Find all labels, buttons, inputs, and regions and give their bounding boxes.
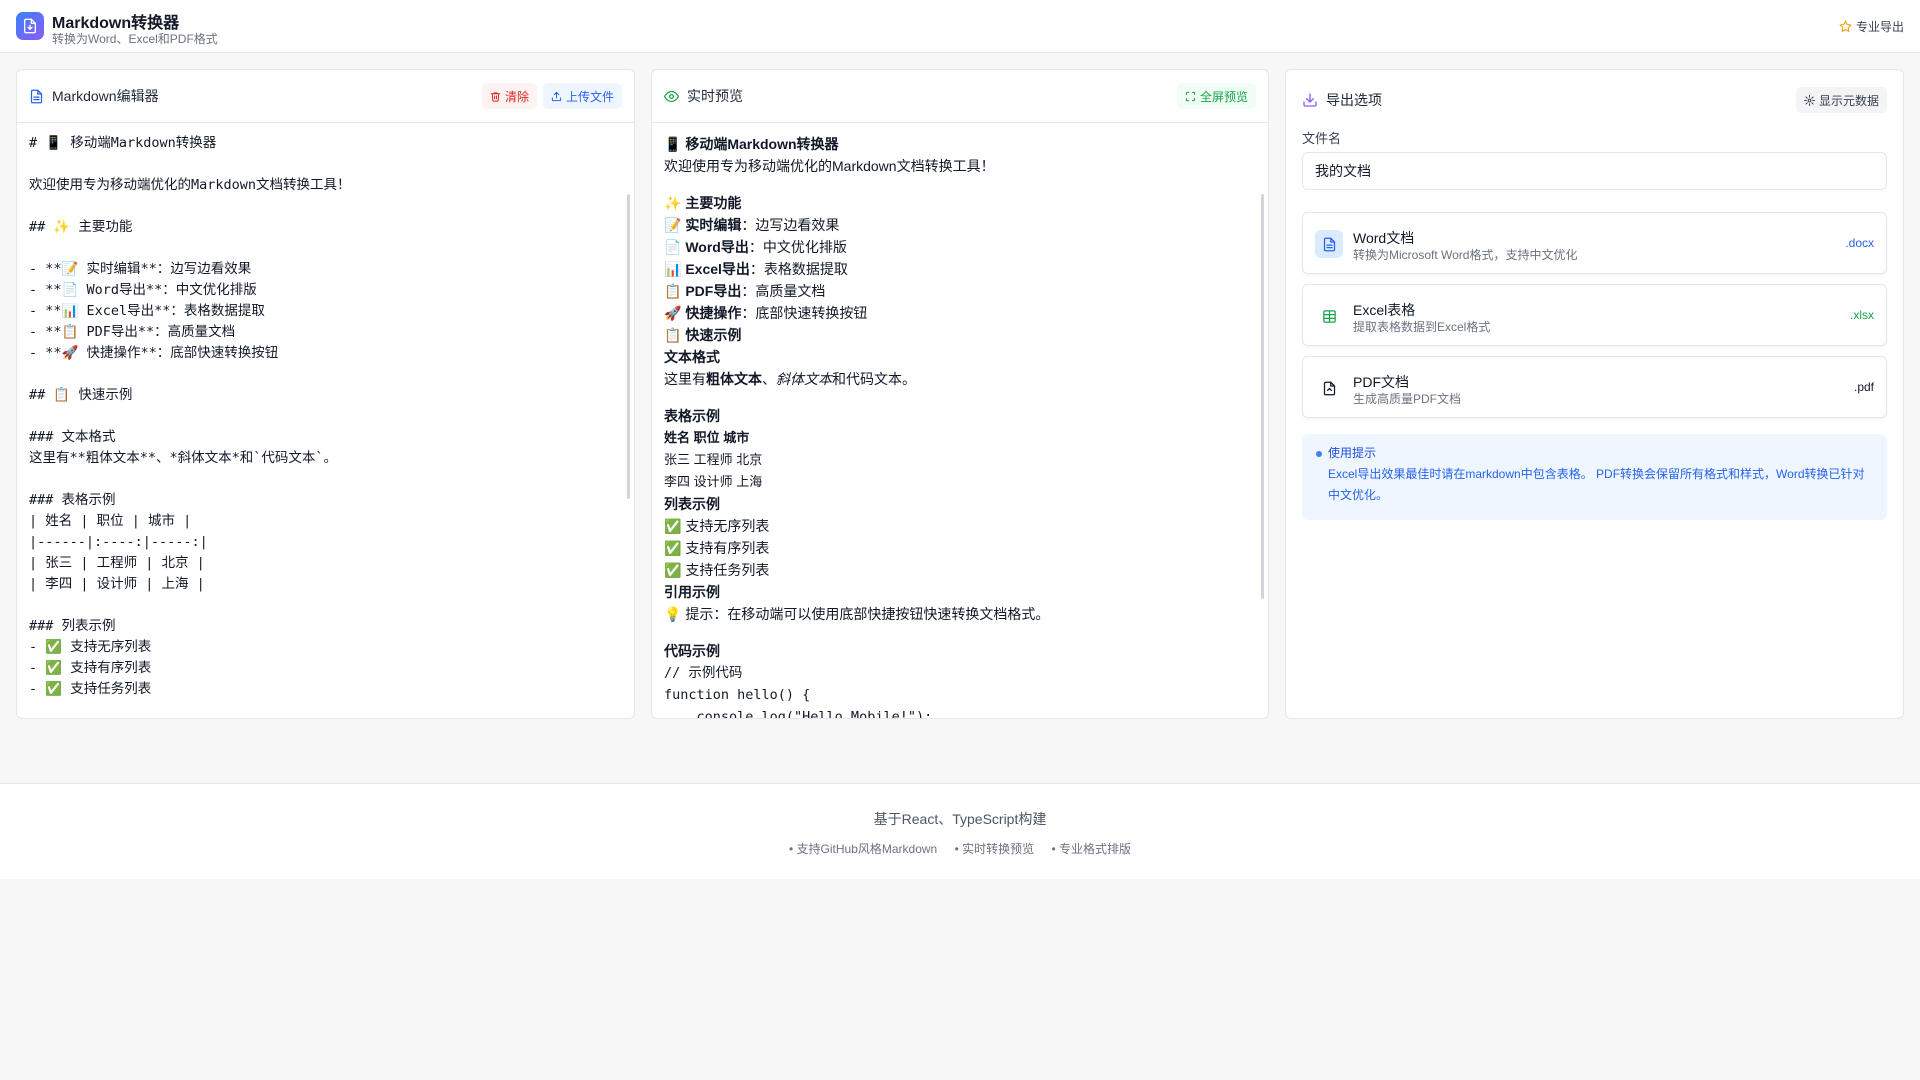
editor-scrollbar[interactable] bbox=[627, 194, 630, 499]
table-row: 李四 设计师 上海 bbox=[664, 474, 763, 489]
preview-features-heading: ✨ 主要功能 bbox=[664, 195, 742, 211]
top-bar: Markdown转换器 转换为Word、Excel和PDF格式 专业导出 bbox=[0, 0, 1920, 53]
preview-title: 实时预览 bbox=[687, 88, 743, 104]
show-metadata-button[interactable]: 显示元数据 bbox=[1795, 87, 1887, 113]
format-desc: 生成高质量PDF文档 bbox=[1353, 392, 1462, 406]
footer-feature: • 支持GitHub风格Markdown bbox=[788, 842, 938, 856]
table-row: 张三 工程师 北京 bbox=[664, 452, 763, 467]
upload-file-button[interactable]: 上传文件 bbox=[542, 83, 622, 109]
format-name: Excel表格 bbox=[1353, 302, 1416, 318]
pro-export-button[interactable]: 专业导出 bbox=[1839, 16, 1904, 36]
trash-icon bbox=[490, 91, 501, 102]
clear-label: 清除 bbox=[504, 89, 529, 104]
gear-icon bbox=[1803, 94, 1815, 106]
list-item: ✅ 支持任务列表 bbox=[664, 562, 770, 578]
clear-button[interactable]: 清除 bbox=[481, 83, 537, 109]
export-panel: 导出选项 显示元数据 文件名 Word文档 转换为Microsoft Word格… bbox=[1285, 69, 1904, 719]
editor-panel: Markdown编辑器 清除 上传文件 # 📱 移动端Markdown转换器 欢… bbox=[16, 69, 635, 719]
table-header: 姓名 职位 城市 bbox=[664, 430, 750, 445]
markdown-editor-textarea[interactable]: # 📱 移动端Markdown转换器 欢迎使用专为移动端优化的Markdown文… bbox=[17, 123, 634, 718]
app-subtitle: 转换为Word、Excel和PDF格式 bbox=[52, 32, 218, 46]
format-ext: .xlsx bbox=[1850, 308, 1874, 322]
fullscreen-preview-button[interactable]: 全屏预览 bbox=[1176, 83, 1256, 109]
metadata-label: 显示元数据 bbox=[1818, 93, 1879, 108]
preview-quote: 💡 提示：在移动端可以使用底部快捷按钮快速转换文档格式。 bbox=[664, 606, 1050, 622]
word-doc-icon bbox=[1315, 230, 1343, 258]
download-icon bbox=[1303, 93, 1317, 107]
upload-label: 上传文件 bbox=[565, 89, 614, 104]
preview-code-heading: 代码示例 bbox=[664, 643, 720, 659]
upload-icon bbox=[551, 91, 562, 101]
preview-intro: 欢迎使用专为移动端优化的Markdown文档转换工具！ bbox=[664, 158, 995, 174]
export-header: 导出选项 显示元数据 bbox=[1286, 70, 1903, 130]
preview-quick-heading: 📋 快速示例 bbox=[664, 327, 742, 343]
list-item: 📊 Excel导出：表格数据提取 bbox=[664, 261, 848, 277]
code-line: // 示例代码 bbox=[664, 665, 743, 681]
export-word-card[interactable]: Word文档 转换为Microsoft Word格式，支持中文优化 .docx bbox=[1302, 212, 1887, 274]
export-excel-card[interactable]: Excel表格 提取表格数据到Excel格式 .xlsx bbox=[1302, 284, 1887, 346]
filename-input[interactable] bbox=[1302, 152, 1887, 190]
editor-title: Markdown编辑器 bbox=[52, 88, 159, 104]
file-download-icon bbox=[24, 18, 36, 34]
export-title: 导出选项 bbox=[1326, 92, 1382, 108]
preview-scrollbar[interactable] bbox=[1261, 194, 1264, 599]
excel-sheet-icon bbox=[1315, 302, 1343, 330]
footer-feature: • 实时转换预览 bbox=[954, 842, 1035, 856]
preview-table-heading: 表格示例 bbox=[664, 408, 720, 424]
list-item: 📋 PDF导出：高质量文档 bbox=[664, 283, 826, 299]
tips-title: 使用提示 bbox=[1328, 446, 1377, 460]
app-logo bbox=[16, 12, 44, 40]
code-line: console.log("Hello Mobile!"); bbox=[664, 709, 933, 718]
list-item: ✅ 支持无序列表 bbox=[664, 518, 770, 534]
list-item: ✅ 支持有序列表 bbox=[664, 540, 770, 556]
export-pdf-card[interactable]: PDF文档 生成高质量PDF文档 .pdf bbox=[1302, 356, 1887, 418]
document-icon bbox=[30, 89, 43, 103]
preview-text-format-heading: 文本格式 bbox=[664, 349, 720, 365]
preview-h1: 📱 移动端Markdown转换器 bbox=[664, 136, 839, 152]
preview-text-format: 这里有粗体文本、斜体文本和代码文本。 bbox=[664, 371, 916, 387]
info-dot-icon bbox=[1316, 451, 1322, 457]
format-name: PDF文档 bbox=[1353, 374, 1409, 390]
preview-list-heading: 列表示例 bbox=[664, 496, 720, 512]
preview-quote-heading: 引用示例 bbox=[664, 584, 720, 600]
footer-main: 基于React、TypeScript构建 bbox=[873, 811, 1047, 827]
fullscreen-label: 全屏预览 bbox=[1199, 89, 1248, 104]
pro-export-label: 专业导出 bbox=[1855, 19, 1904, 34]
footer: 基于React、TypeScript构建 • 支持GitHub风格Markdow… bbox=[0, 783, 1920, 879]
usage-tips: 使用提示 Excel导出效果最佳时请在markdown中包含表格。 PDF转换会… bbox=[1302, 434, 1887, 520]
editor-content[interactable]: # 📱 移动端Markdown转换器 欢迎使用专为移动端优化的Markdown文… bbox=[29, 133, 622, 700]
pdf-file-icon bbox=[1315, 374, 1343, 402]
preview-header: 实时预览 全屏预览 bbox=[652, 70, 1268, 123]
tips-text: Excel导出效果最佳时请在markdown中包含表格。 PDF转换会保留所有格… bbox=[1328, 467, 1865, 502]
footer-features: • 支持GitHub风格Markdown • 实时转换预览 • 专业格式排版 bbox=[0, 840, 1920, 857]
expand-icon bbox=[1185, 91, 1196, 101]
star-icon bbox=[1839, 20, 1852, 32]
preview-panel: 实时预览 全屏预览 📱 移动端Markdown转换器 欢迎使用专为移动端优化的M… bbox=[651, 69, 1269, 719]
editor-header: Markdown编辑器 清除 上传文件 bbox=[17, 70, 634, 123]
footer-feature: • 专业格式排版 bbox=[1051, 842, 1132, 856]
list-item: 📝 实时编辑：边写边看效果 bbox=[664, 217, 840, 233]
format-desc: 提取表格数据到Excel格式 bbox=[1353, 320, 1491, 334]
format-name: Word文档 bbox=[1353, 230, 1415, 246]
format-desc: 转换为Microsoft Word格式，支持中文优化 bbox=[1353, 248, 1578, 262]
filename-label: 文件名 bbox=[1302, 131, 1342, 146]
preview-content: 📱 移动端Markdown转换器 欢迎使用专为移动端优化的Markdown文档转… bbox=[652, 123, 1268, 718]
list-item: 🚀 快捷操作：底部快速转换按钮 bbox=[664, 305, 868, 321]
format-ext: .pdf bbox=[1853, 380, 1874, 394]
code-line: function hello() { bbox=[664, 687, 811, 703]
eye-icon bbox=[664, 90, 679, 102]
format-ext: .docx bbox=[1845, 236, 1874, 250]
list-item: 📄 Word导出：中文优化排版 bbox=[664, 239, 847, 255]
